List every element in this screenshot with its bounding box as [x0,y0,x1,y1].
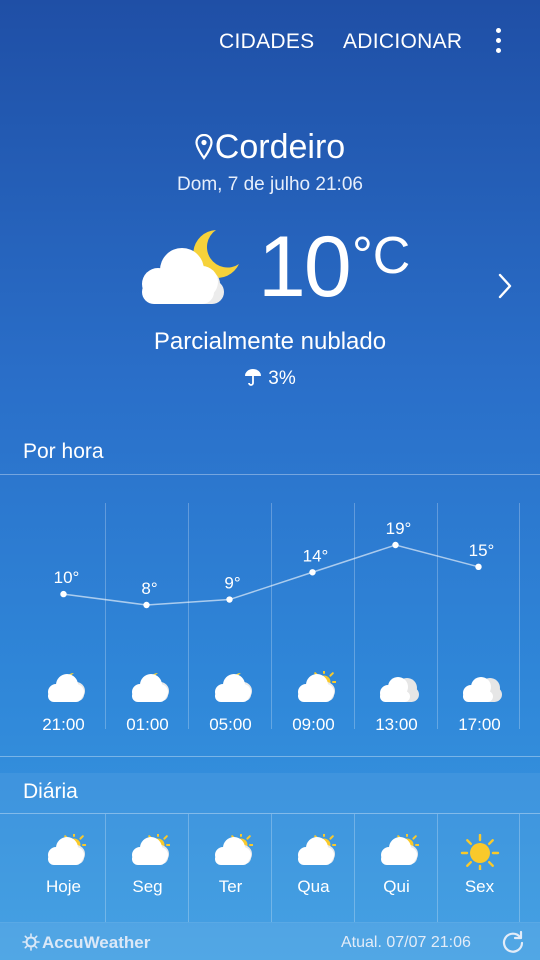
last-updated: Atual. 07/07 21:06 [341,934,471,951]
daily-item[interactable]: Hoje [22,814,105,922]
current-temperature: 10 [258,219,352,315]
daily-title: Diária [23,780,78,803]
hourly-item: 21:00 [22,503,105,734]
brand-name: AccuWeather [42,933,151,952]
umbrella-icon [245,369,262,386]
daily-day-label: Hoje [46,877,81,896]
add-button[interactable]: ADICIONAR [343,30,462,54]
hourly-time: 09:00 [292,715,335,734]
daily-forecast: Hoje Seg Ter Qua Qui Sex [22,814,520,922]
precipitation: 3% [0,368,540,390]
daily-day-label: Qua [297,877,330,896]
daily-day-label: Ter [218,877,243,896]
temperature-unit: °C [352,227,411,285]
partly-cloudy-night-icon [44,671,86,712]
partly-cloudy-night-icon [211,671,253,712]
partly-cloudy-night-icon [128,671,170,712]
location-pin-icon [195,133,213,160]
daily-item[interactable]: Ter [188,814,271,922]
partly-sunny-icon [128,831,172,875]
footer: AccuWeather Atual. 07/07 21:06 [0,922,540,960]
sun-logo-icon [22,933,40,951]
hourly-forecast: 10° 8° 9° 14° 19° 15° 21:00 01:00 05:00 09:00 13:… [22,475,520,756]
current-condition: Parcialmente nublado [153,328,387,355]
sunny-icon [460,833,502,875]
cloudy-icon [460,671,502,712]
daily-item[interactable]: Qua [271,814,354,922]
hourly-title: Por hora [23,440,104,463]
daily-item[interactable]: Sex [437,814,520,922]
precipitation-value: 3% [268,368,296,389]
hourly-time: 17:00 [458,715,501,734]
divider [0,756,540,757]
hourly-time: 05:00 [209,715,252,734]
partly-sunny-icon [294,668,338,712]
hourly-item: 01:00 [105,503,188,734]
daily-item[interactable]: Qui [354,814,437,922]
current-datetime: Dom, 7 de julho 21:06 [177,174,363,195]
daily-item[interactable]: Seg [105,814,188,922]
hourly-time: 01:00 [126,715,169,734]
chevron-right-icon[interactable] [497,272,513,300]
more-vert-icon[interactable] [488,28,508,56]
hourly-item: 17:00 [437,503,520,734]
location-name: Cordeiro [214,128,346,166]
partly-sunny-icon [44,831,88,875]
location-title: Cordeiro [0,128,540,167]
hourly-item: 13:00 [354,503,437,734]
partly-sunny-icon [377,831,421,875]
hourly-item: 09:00 [271,503,354,734]
partly-cloudy-night-icon [138,224,242,313]
partly-sunny-icon [294,831,338,875]
accuweather-logo[interactable]: AccuWeather [22,933,150,953]
daily-day-label: Seg [132,877,163,896]
refresh-icon[interactable] [501,930,525,954]
cities-button[interactable]: CIDADES [219,30,314,54]
cloudy-icon [377,671,419,712]
hourly-time: 13:00 [375,715,418,734]
partly-sunny-icon [211,831,255,875]
daily-day-label: Sex [464,877,495,896]
hourly-time: 21:00 [42,715,85,734]
hourly-item: 05:00 [188,503,271,734]
top-bar: CIDADES ADICIONAR [0,0,540,84]
daily-day-label: Qui [383,877,410,896]
